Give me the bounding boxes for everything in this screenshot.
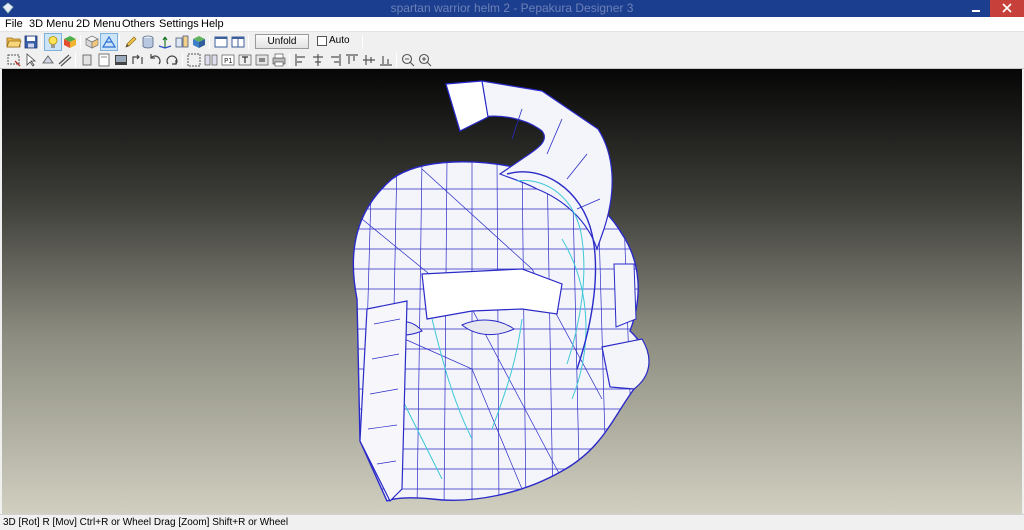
menu-bar: File 3D Menu 2D Menu Others Settings Hel… — [0, 17, 1024, 32]
zoom-fit-icon[interactable] — [417, 52, 433, 68]
toolbar-separator — [182, 53, 183, 67]
fill-icon[interactable] — [254, 52, 270, 68]
window-title: spartan warrior helm 2 - Pepakura Design… — [390, 1, 634, 15]
select-parts-icon[interactable] — [186, 52, 202, 68]
axis-arrows-icon[interactable] — [157, 34, 173, 50]
part-label-icon[interactable]: P1 — [220, 52, 236, 68]
open-folder-icon[interactable] — [6, 34, 22, 50]
minimize-button[interactable] — [962, 0, 990, 17]
toolbar-separator — [41, 35, 42, 49]
lightbulb-icon[interactable] — [44, 33, 62, 51]
auto-label: Auto — [329, 35, 350, 46]
select-area-icon[interactable] — [6, 52, 22, 68]
image-icon[interactable] — [113, 52, 129, 68]
join-icon[interactable] — [130, 52, 146, 68]
toolbar-separator — [396, 53, 397, 67]
toolbar-separator — [119, 35, 120, 49]
minimize-icon — [972, 10, 980, 12]
model-settings-icon[interactable] — [191, 34, 207, 50]
menu-help[interactable]: Help — [201, 18, 224, 31]
move-face-icon[interactable] — [40, 52, 56, 68]
pencil-icon[interactable] — [123, 34, 139, 50]
texture-cube-icon[interactable] — [62, 34, 78, 50]
align-center-icon[interactable] — [310, 52, 326, 68]
main-toolbar: Unfold Auto — [0, 33, 1024, 51]
zoom-out-icon[interactable] — [400, 52, 416, 68]
align-top-icon[interactable] — [344, 52, 360, 68]
edit-toolbar: P1 — [0, 51, 1024, 69]
single-view-icon[interactable] — [213, 34, 229, 50]
toolbar-separator — [248, 35, 249, 49]
toolbar-separator — [209, 35, 210, 49]
split-view-icon[interactable] — [230, 34, 246, 50]
3d-viewport[interactable] — [2, 69, 1022, 514]
group-icon[interactable] — [203, 52, 219, 68]
align-bottom-icon[interactable] — [378, 52, 394, 68]
save-icon[interactable] — [23, 34, 39, 50]
status-bar: 3D [Rot] R [Mov] Ctrl+R or Wheel Drag [Z… — [0, 514, 1024, 530]
flap-icon[interactable] — [79, 52, 95, 68]
menu-settings[interactable]: Settings — [159, 18, 199, 31]
cylinder-icon[interactable] — [140, 34, 156, 50]
auto-checkbox[interactable] — [317, 36, 327, 46]
menu-2d[interactable]: 2D Menu — [76, 18, 121, 31]
menu-others[interactable]: Others — [122, 18, 155, 31]
align-left-icon[interactable] — [293, 52, 309, 68]
align-right-icon[interactable] — [327, 52, 343, 68]
show-edges-icon[interactable] — [100, 33, 118, 51]
menu-file[interactable]: File — [5, 18, 23, 31]
unfold-button[interactable]: Unfold — [255, 34, 309, 49]
toolbar-separator — [80, 35, 81, 49]
parts-icon[interactable] — [174, 34, 190, 50]
print-icon[interactable] — [271, 52, 287, 68]
align-middle-icon[interactable] — [361, 52, 377, 68]
toolbar-separator — [362, 35, 363, 49]
menu-3d[interactable]: 3D Menu — [29, 18, 74, 31]
show-faces-icon[interactable] — [84, 34, 100, 50]
svg-text:P1: P1 — [224, 57, 233, 65]
status-text: 3D [Rot] R [Mov] Ctrl+R or Wheel Drag [Z… — [3, 517, 289, 528]
close-button[interactable] — [990, 0, 1024, 17]
undo-arrow-icon[interactable] — [147, 52, 163, 68]
pepakura-window: spartan warrior helm 2 - Pepakura Design… — [0, 0, 1024, 530]
toolbar-separator — [289, 53, 290, 67]
toolbar-separator — [75, 53, 76, 67]
title-bar: spartan warrior helm 2 - Pepakura Design… — [0, 0, 1024, 17]
close-icon — [1002, 3, 1012, 13]
helmet-3d-model[interactable] — [2, 69, 1022, 514]
text-tool-icon[interactable] — [237, 52, 253, 68]
rotate-icon[interactable] — [164, 52, 180, 68]
edge-tool-icon[interactable] — [57, 52, 73, 68]
page-icon[interactable] — [96, 52, 112, 68]
pointer-icon[interactable] — [23, 52, 39, 68]
